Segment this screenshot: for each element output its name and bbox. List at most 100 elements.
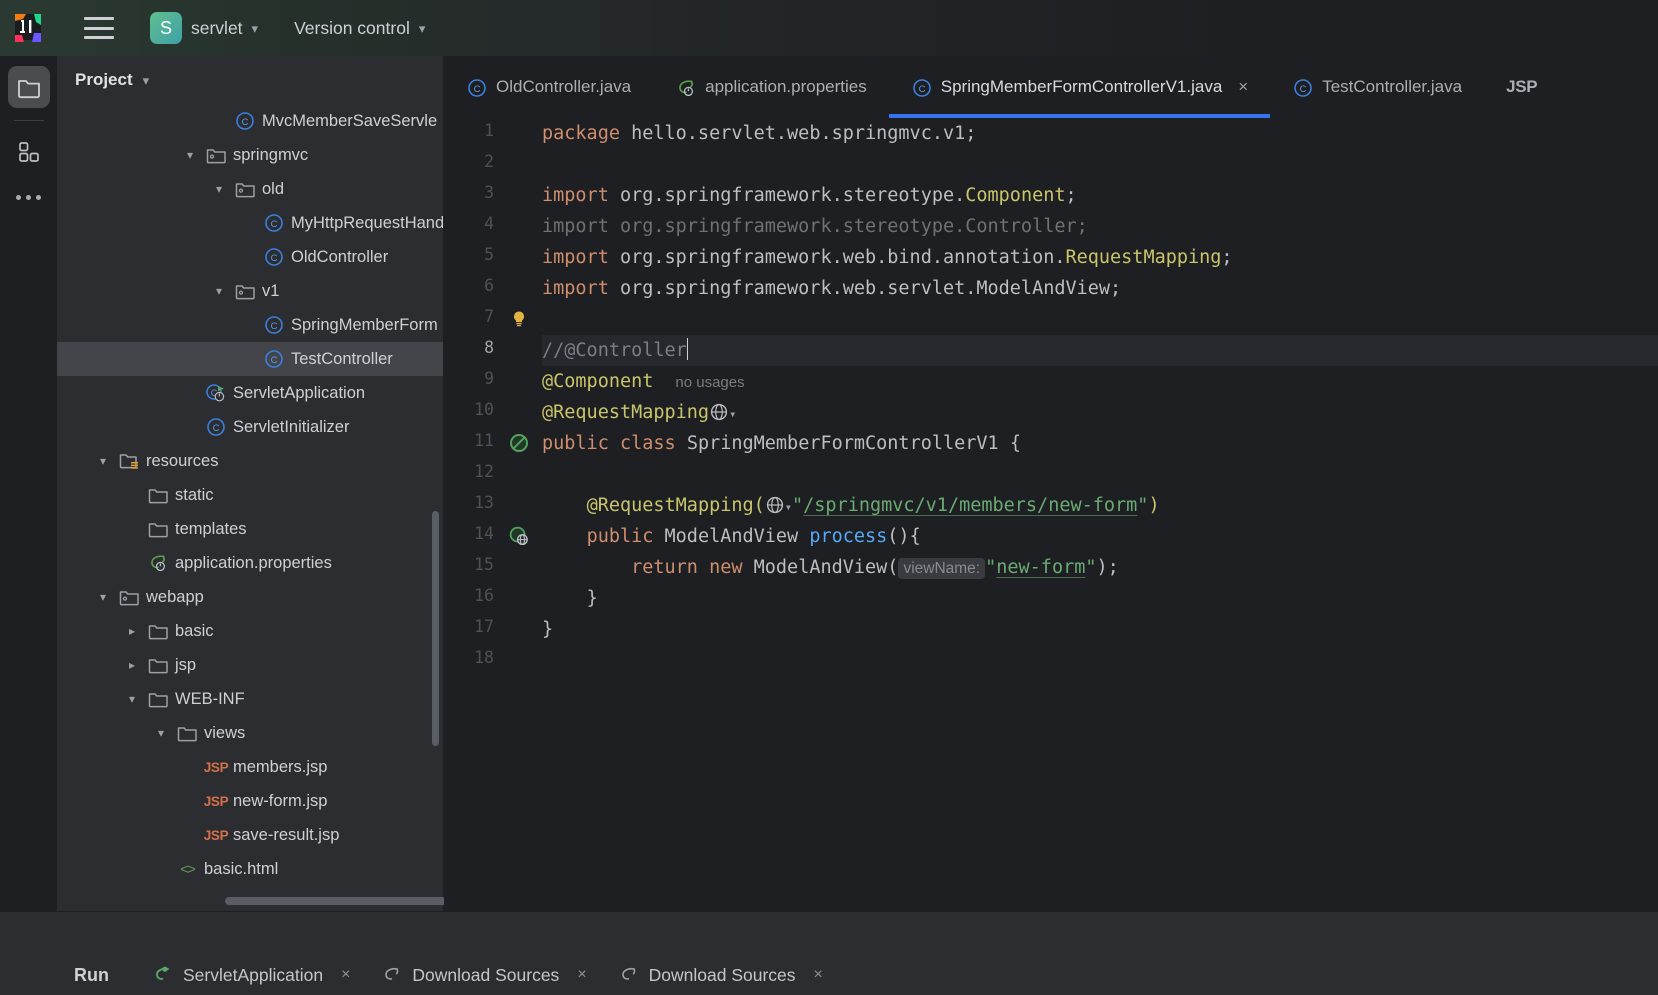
spring-bean-icon[interactable] bbox=[508, 432, 532, 456]
tree-row[interactable]: ▸CSpringMemberForm bbox=[57, 308, 443, 342]
tree-row[interactable]: ▸application.properties bbox=[57, 546, 443, 580]
run-tabs[interactable]: Run ServletApplication × Download Sources × D… bbox=[0, 955, 845, 995]
spring-leaf-icon bbox=[679, 80, 694, 97]
project-tree[interactable]: ▸ C MvcMemberSaveServle ▾ springmvc ▾ old ▸ C MyH… bbox=[57, 104, 443, 911]
more-tool-windows-button[interactable] bbox=[16, 195, 41, 200]
tree-row[interactable]: ▾ old bbox=[57, 172, 443, 206]
tree-row[interactable]: ▸CMyHttpRequestHand bbox=[57, 206, 443, 240]
url-mapping-value[interactable]: /springmvc/v1/members/new-form bbox=[803, 495, 1137, 516]
chevron-down-icon[interactable]: ▾ bbox=[729, 407, 736, 421]
tree-row[interactable]: ▾ v1 bbox=[57, 274, 443, 308]
tree-row[interactable]: ▸JSPnew-form.jsp bbox=[57, 784, 443, 818]
close-icon[interactable]: × bbox=[577, 966, 586, 984]
chevron-down-icon[interactable]: ▾ bbox=[94, 452, 112, 470]
tree-row-label: views bbox=[204, 723, 246, 742]
chevron-down-icon[interactable]: ▾ bbox=[123, 690, 141, 708]
editor-tab-label: TestController.java bbox=[1322, 77, 1463, 96]
tree-row[interactable]: ▸JSPmembers.jsp bbox=[57, 750, 443, 784]
line-number: 3 bbox=[484, 183, 494, 202]
sidebar-item-structure[interactable] bbox=[8, 131, 50, 173]
tree-row[interactable]: ▸COldController bbox=[57, 240, 443, 274]
chevron-right-icon[interactable]: ▸ bbox=[123, 622, 141, 640]
tree-row-selected[interactable]: ▸CTestController bbox=[57, 342, 443, 376]
spring-url-mapping-icon[interactable] bbox=[508, 525, 532, 549]
chevron-down-icon[interactable]: ▾ bbox=[210, 282, 228, 300]
intellij-idea-logo-icon bbox=[12, 11, 46, 45]
folder-icon bbox=[148, 625, 168, 640]
project-selector[interactable]: S servlet ▾ bbox=[150, 11, 264, 45]
run-tool-window-label[interactable]: Run bbox=[74, 965, 109, 986]
version-control-widget[interactable]: Version control ▾ bbox=[294, 18, 425, 39]
editor-tab-label: SpringMemberFormControllerV1.java bbox=[940, 77, 1223, 96]
tree-row[interactable]: ▾ webapp bbox=[57, 580, 443, 614]
editor-gutter[interactable]: 1 2 3 4 5 6 7 8 9 10 11 12 13 14 15 16 17 18 bbox=[444, 118, 542, 911]
java-class-icon: C bbox=[265, 248, 283, 266]
statement-tail: ); bbox=[1096, 557, 1119, 578]
tree-row-label: save-result.jsp bbox=[233, 825, 340, 844]
package-path: hello.servlet.web.springmvc.v1; bbox=[619, 123, 977, 144]
chevron-down-icon[interactable]: ▾ bbox=[152, 724, 170, 742]
chevron-down-icon[interactable]: ▾ bbox=[785, 500, 792, 514]
editor-tab-application-properties[interactable]: application.properties bbox=[653, 56, 889, 118]
tree-row[interactable]: ▸CMvcMemberSaveServle bbox=[57, 104, 443, 138]
editor-tab-bar[interactable]: C OldController.java application.propertie… bbox=[444, 56, 1658, 118]
tree-row[interactable]: ▸ jsp bbox=[57, 648, 443, 682]
close-icon[interactable]: × bbox=[341, 966, 350, 984]
globe-icon[interactable] bbox=[765, 494, 785, 514]
chevron-right-icon[interactable]: ▸ bbox=[123, 656, 141, 674]
line-number: 8 bbox=[484, 338, 494, 357]
tree-row[interactable]: ▸static bbox=[57, 478, 443, 512]
code-line-14: public ModelAndView process(){ bbox=[542, 521, 921, 552]
editor-code-area[interactable]: package hello.servlet.web.springmvc.v1; … bbox=[542, 118, 1658, 911]
close-icon[interactable]: × bbox=[1238, 77, 1248, 97]
editor-tab-springmemberformcontrollerv1-java[interactable]: C SpringMemberFormControllerV1.java × bbox=[888, 56, 1271, 118]
ellipsis-icon bbox=[16, 195, 21, 200]
close-paren: ) bbox=[1148, 495, 1160, 516]
tree-row[interactable]: ▸CServletInitializer bbox=[57, 410, 443, 444]
tree-row[interactable]: ▸JSPsave-result.jsp bbox=[57, 818, 443, 852]
tree-row[interactable]: ▸ basic bbox=[57, 614, 443, 648]
chevron-down-icon[interactable]: ▾ bbox=[143, 74, 150, 87]
java-class-icon: C bbox=[466, 77, 486, 97]
tree-row[interactable]: ▸templates bbox=[57, 512, 443, 546]
code-line-1: package hello.servlet.web.springmvc.v1; bbox=[542, 118, 976, 149]
tree-row[interactable]: ▾ springmvc bbox=[57, 138, 443, 172]
java-class-icon: C bbox=[263, 314, 285, 336]
tree-row[interactable]: ▾ resources bbox=[57, 444, 443, 478]
code-editor[interactable]: 1 2 3 4 5 6 7 8 9 10 11 12 13 14 15 16 17 18 package hell… bbox=[444, 118, 1658, 911]
close-icon[interactable]: × bbox=[814, 966, 823, 984]
lightbulb-intention-icon bbox=[514, 311, 524, 327]
tree-row[interactable]: ▾ views bbox=[57, 716, 443, 750]
folder-icon bbox=[176, 722, 198, 744]
spring-run-icon bbox=[156, 966, 169, 980]
editor-tab-oldcontroller-java[interactable]: C OldController.java bbox=[444, 56, 653, 118]
chevron-down-icon[interactable]: ▾ bbox=[181, 146, 199, 164]
inlay-hint-usages: no usages bbox=[675, 374, 745, 391]
lightbulb-intention-icon[interactable] bbox=[508, 308, 532, 332]
spring-leaf-icon bbox=[147, 552, 169, 574]
chevron-down-icon[interactable]: ▾ bbox=[210, 180, 228, 198]
project-tree-horizontal-scrollbar[interactable] bbox=[225, 897, 447, 905]
line-number: 17 bbox=[474, 617, 494, 636]
main-menu-hamburger-icon[interactable] bbox=[84, 17, 114, 39]
tree-row-label: resources bbox=[146, 451, 219, 470]
project-panel-header[interactable]: Project ▾ bbox=[57, 56, 443, 104]
tree-row[interactable]: ▾ WEB-INF bbox=[57, 682, 443, 716]
tree-row-label: static bbox=[175, 485, 214, 504]
project-tree-vertical-scrollbar[interactable] bbox=[432, 511, 439, 746]
keyword-import: import bbox=[542, 247, 609, 268]
run-tab[interactable]: Download Sources × bbox=[372, 964, 594, 986]
editor-tab-testcontroller-java[interactable]: C TestController.java bbox=[1270, 56, 1484, 118]
view-name-string[interactable]: new-form bbox=[996, 557, 1085, 578]
tree-row[interactable]: ▸<>basic.html bbox=[57, 852, 443, 886]
tree-row[interactable]: ▸CServletApplication bbox=[57, 376, 443, 410]
editor-tab-jsp[interactable]: JSP bbox=[1484, 56, 1559, 118]
title-bar: S servlet ▾ Version control ▾ bbox=[0, 0, 1658, 56]
keyword-import: import bbox=[542, 278, 609, 299]
sidebar-item-project[interactable] bbox=[7, 66, 50, 108]
chevron-down-icon[interactable]: ▾ bbox=[94, 588, 112, 606]
run-tab[interactable]: ServletApplication × bbox=[143, 964, 358, 986]
run-tab[interactable]: Download Sources × bbox=[609, 964, 831, 986]
line-number: 16 bbox=[474, 586, 494, 605]
globe-icon[interactable] bbox=[709, 401, 729, 421]
